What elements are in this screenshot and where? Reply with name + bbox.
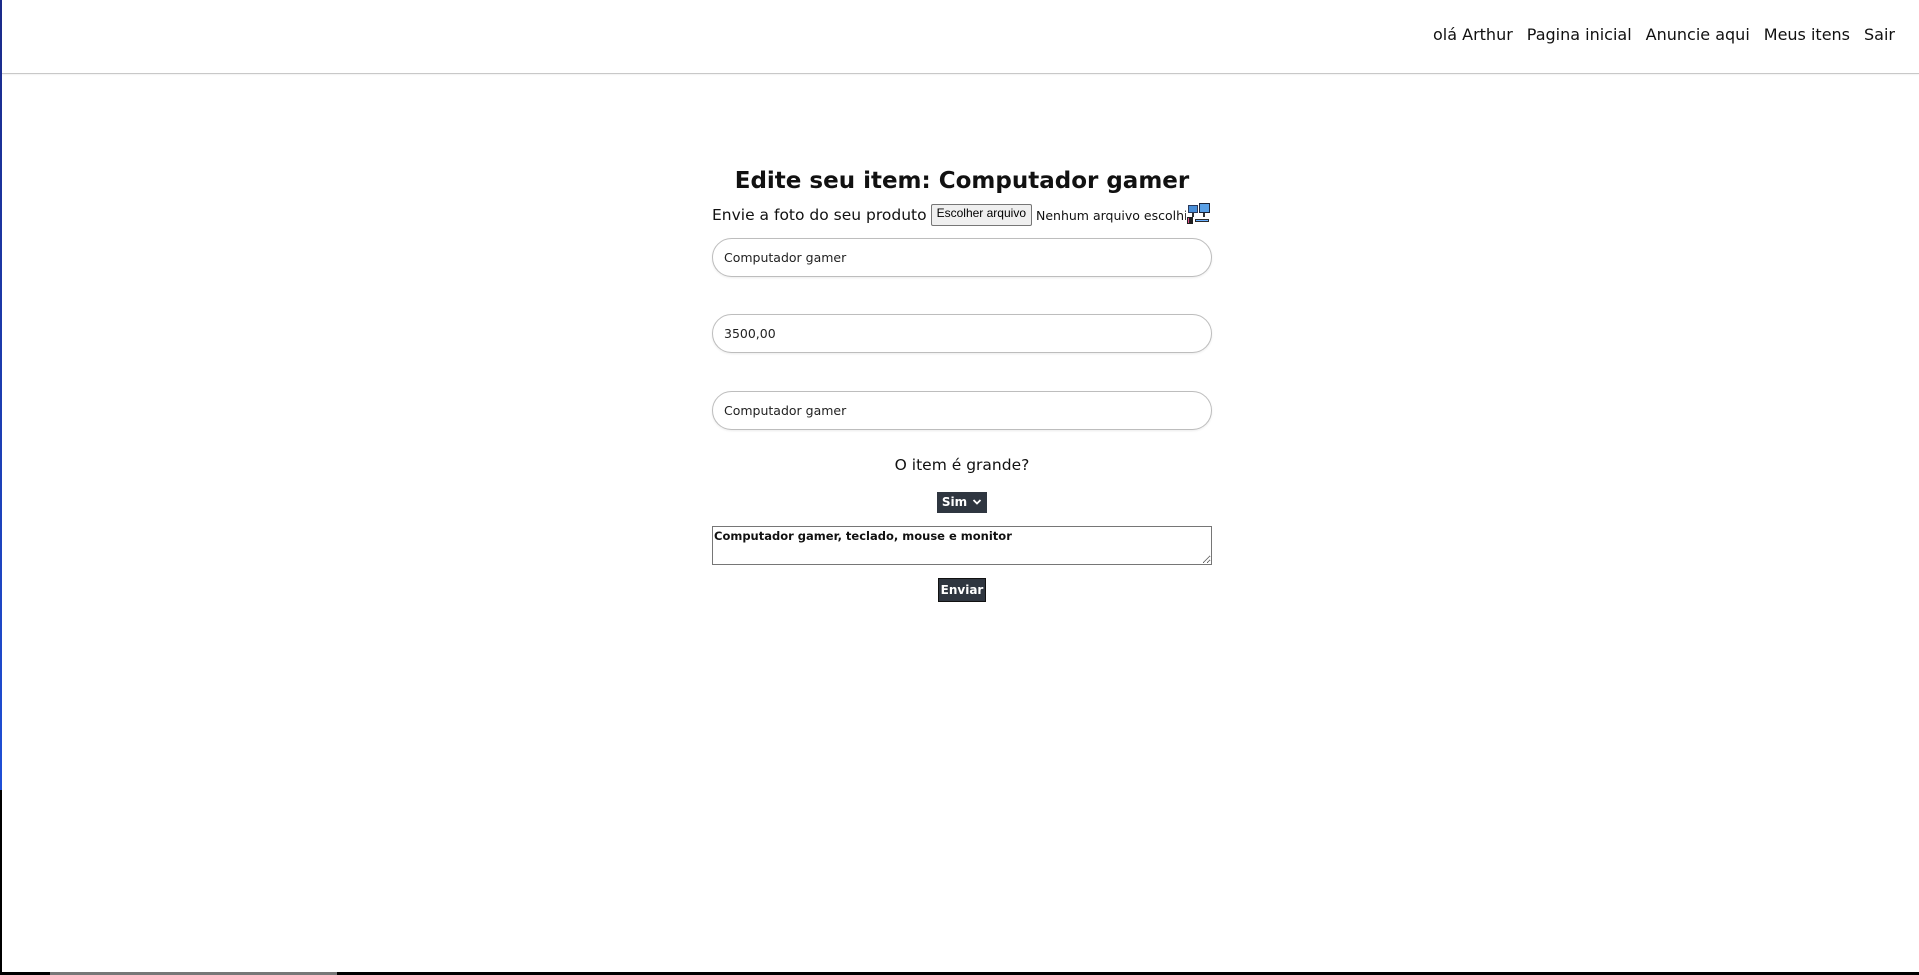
product-thumbnail-image bbox=[1186, 201, 1212, 225]
window-edge-bottom bbox=[0, 790, 2, 975]
user-greeting: olá Arthur bbox=[1433, 25, 1513, 44]
nav-links: olá Arthur Pagina inicial Anuncie aqui M… bbox=[1433, 25, 1895, 44]
submit-button[interactable]: Enviar bbox=[937, 578, 987, 602]
photo-upload-row: Envie a foto do seu produto Escolher arq… bbox=[712, 201, 1212, 229]
size-question-label: O item é grande? bbox=[894, 456, 1030, 474]
description-textarea[interactable]: Computador gamer, teclado, mouse e monit… bbox=[712, 526, 1212, 565]
nav-link-logout[interactable]: Sair bbox=[1864, 25, 1895, 44]
top-navbar: olá Arthur Pagina inicial Anuncie aqui M… bbox=[2, 0, 1919, 74]
submit-wrapper: Enviar bbox=[712, 578, 1212, 602]
item-price-input[interactable] bbox=[712, 314, 1212, 353]
size-select-value: Sim bbox=[941, 495, 968, 509]
upload-label: Envie a foto do seu produto bbox=[712, 206, 927, 224]
edit-item-form: Edite seu item: Computador gamer Envie a… bbox=[712, 165, 1212, 602]
choose-file-button[interactable]: Escolher arquivo bbox=[930, 204, 1032, 226]
nav-link-home[interactable]: Pagina inicial bbox=[1527, 25, 1632, 44]
nav-link-advertise[interactable]: Anuncie aqui bbox=[1646, 25, 1750, 44]
nav-link-my-items[interactable]: Meus itens bbox=[1764, 25, 1850, 44]
size-select-wrapper: Sim bbox=[712, 491, 1212, 513]
page-title: Edite seu item: Computador gamer bbox=[734, 168, 1190, 194]
file-status-text: Nenhum arquivo escolhido bbox=[1036, 207, 1204, 223]
item-title-input[interactable] bbox=[712, 391, 1212, 430]
window-edge bbox=[0, 0, 2, 790]
chevron-down-icon bbox=[972, 499, 982, 505]
size-select[interactable]: Sim bbox=[936, 491, 988, 513]
browser-viewport: olá Arthur Pagina inicial Anuncie aqui M… bbox=[0, 0, 1919, 975]
item-name-input[interactable] bbox=[712, 238, 1212, 277]
